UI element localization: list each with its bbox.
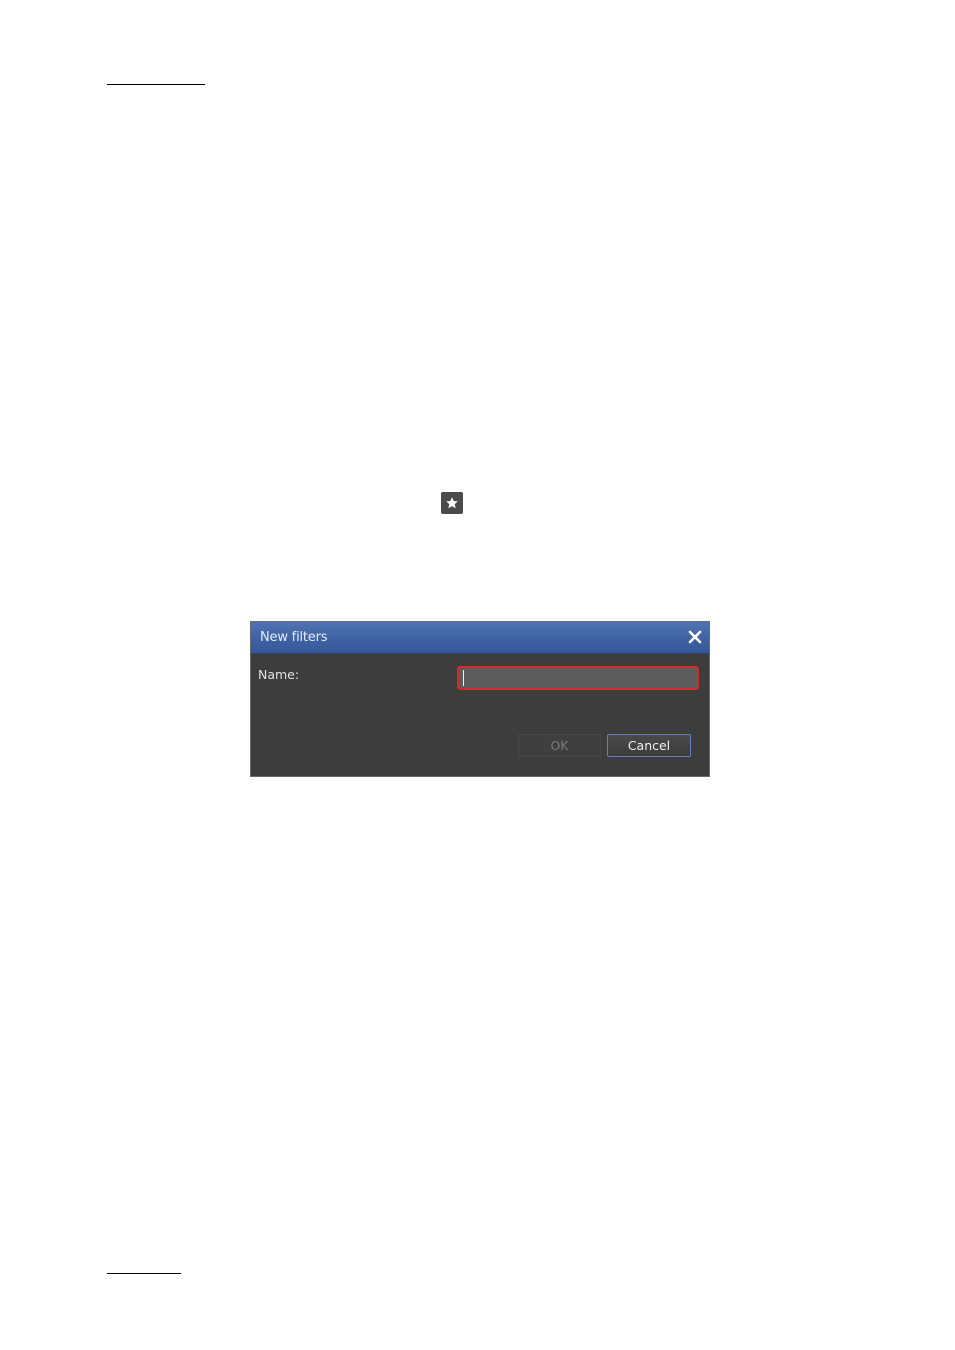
header-rule: [107, 84, 205, 85]
dialog-titlebar: New filters: [251, 622, 709, 654]
name-label: Name:: [258, 667, 300, 682]
star-icon: [446, 497, 458, 509]
cancel-button[interactable]: Cancel: [607, 734, 691, 757]
footer-rule: [107, 1273, 181, 1274]
close-button[interactable]: [686, 628, 704, 646]
favorite-filter-button[interactable]: [441, 492, 463, 514]
ok-button[interactable]: OK: [518, 734, 601, 757]
new-filters-dialog: New filters Name: OK Cancel: [250, 621, 710, 777]
close-icon: [688, 630, 702, 644]
dialog-title: New filters: [260, 630, 328, 645]
name-input[interactable]: [457, 666, 699, 690]
text-caret: [463, 670, 464, 686]
